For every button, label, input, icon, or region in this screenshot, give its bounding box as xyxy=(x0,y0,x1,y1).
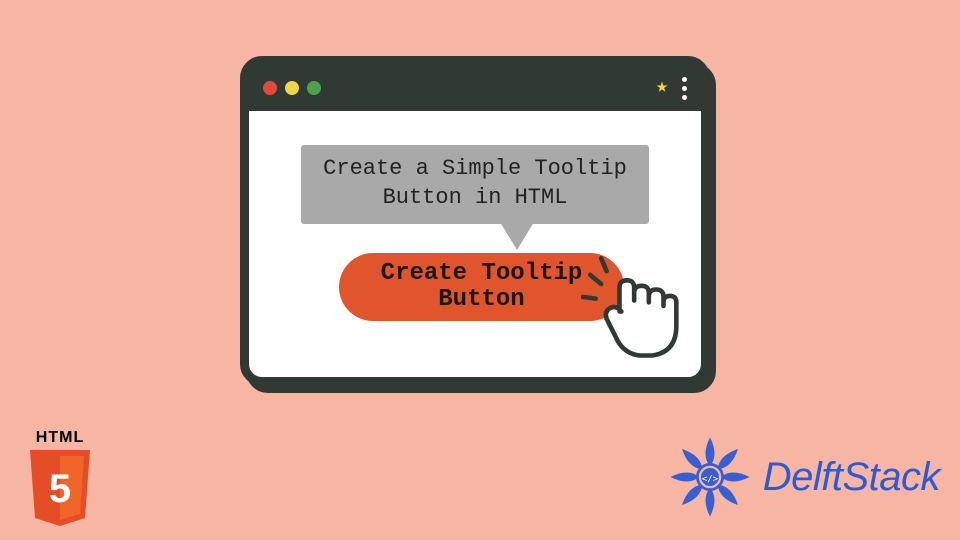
close-dot[interactable] xyxy=(263,81,277,95)
minimize-dot[interactable] xyxy=(285,81,299,95)
maximize-dot[interactable] xyxy=(307,81,321,95)
titlebar: ★ xyxy=(249,65,701,111)
brand-name: DelftStack xyxy=(763,455,940,500)
brand-mandala-icon: </> xyxy=(665,432,755,522)
html5-shield-icon: 5 xyxy=(25,450,95,530)
button-label: Create Tooltip Button xyxy=(355,261,608,314)
browser-window: ★ Create a Simple Tooltip Button in HTML… xyxy=(240,56,710,386)
window-controls xyxy=(263,81,321,95)
tooltip-bubble: Create a Simple Tooltip Button in HTML xyxy=(301,145,649,224)
svg-text:</>: </> xyxy=(702,475,719,485)
brand-logo: </> DelftStack xyxy=(665,432,940,522)
star-icon[interactable]: ★ xyxy=(656,78,668,98)
html5-number: 5 xyxy=(49,467,71,511)
create-tooltip-button[interactable]: Create Tooltip Button xyxy=(339,253,624,321)
titlebar-right: ★ xyxy=(656,77,687,100)
html5-label: HTML xyxy=(16,429,104,447)
more-menu-icon[interactable] xyxy=(682,77,687,100)
window-content: Create a Simple Tooltip Button in HTML C… xyxy=(249,111,701,377)
html5-badge: HTML 5 xyxy=(16,429,104,530)
